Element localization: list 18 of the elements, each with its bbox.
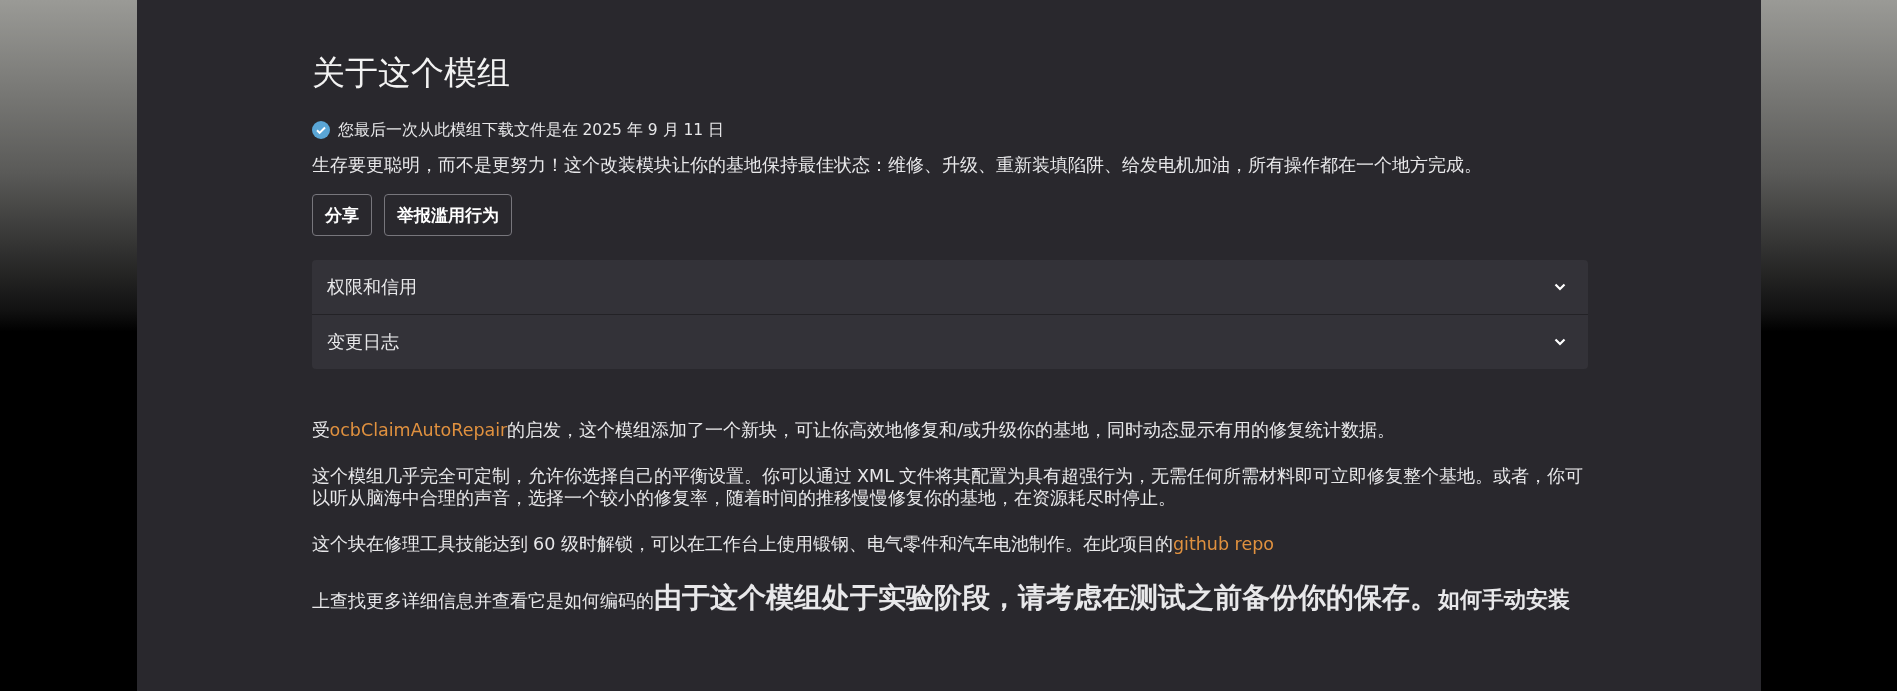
description-text: 这个块在修理工具技能达到 60 级时解锁，可以在工作台上使用锻钢、电气零件和汽车电池制作。在此项目的: [311, 534, 1173, 554]
mod-summary: 生存要更聪明，而不是更努力！这个改装模块让你的基地保持最佳状态：维修、升级、重新装填陷阱、给发电机加油，所有操作都在一个地方完成。: [311, 154, 1483, 177]
description-text: 的启发，这个模组添加了一个新块，可让你高效地修复和/或升级你的基地，同时动态显示有用的修复统计数据。: [507, 420, 1396, 440]
description-text: 受: [311, 420, 330, 440]
warning-heading: 由于这个模组处于实验阶段，请考虑在测试之前备份你的保存。: [653, 581, 1438, 614]
page-title: 关于这个模组: [311, 52, 511, 94]
share-button[interactable]: 分享: [311, 194, 372, 236]
chevron-icon: [1553, 283, 1566, 291]
report-button[interactable]: 举报滥用行为: [383, 194, 512, 236]
install-heading: 如何手动安装: [1437, 587, 1570, 612]
accordion-header[interactable]: 权限和信用: [311, 260, 1588, 314]
inline-link[interactable]: ocbClaimAutoRepair: [329, 420, 508, 440]
description-text: 上查找更多详细信息并查看它是如何编码的: [311, 591, 654, 611]
chevron-icon: [1553, 338, 1566, 346]
accordion-header[interactable]: 变更日志: [311, 314, 1588, 369]
inline-link[interactable]: github repo: [1172, 534, 1274, 554]
description-text: 这个模组几乎完全可定制，允许你选择自己的平衡设置。你可以通过 XML 文件将其配置为具有超强行为，无需任何所需材料即可立即修复整个基地。或者，你可以听从脑海中合理的声音，选择一个较小的修复率，随着时间的推移慢慢修复你的基地，在资源耗尽时停止。: [311, 466, 1584, 508]
download-notice: 您最后一次从此模组下载文件是在 2025 年 9 月 11 日: [337, 119, 725, 141]
